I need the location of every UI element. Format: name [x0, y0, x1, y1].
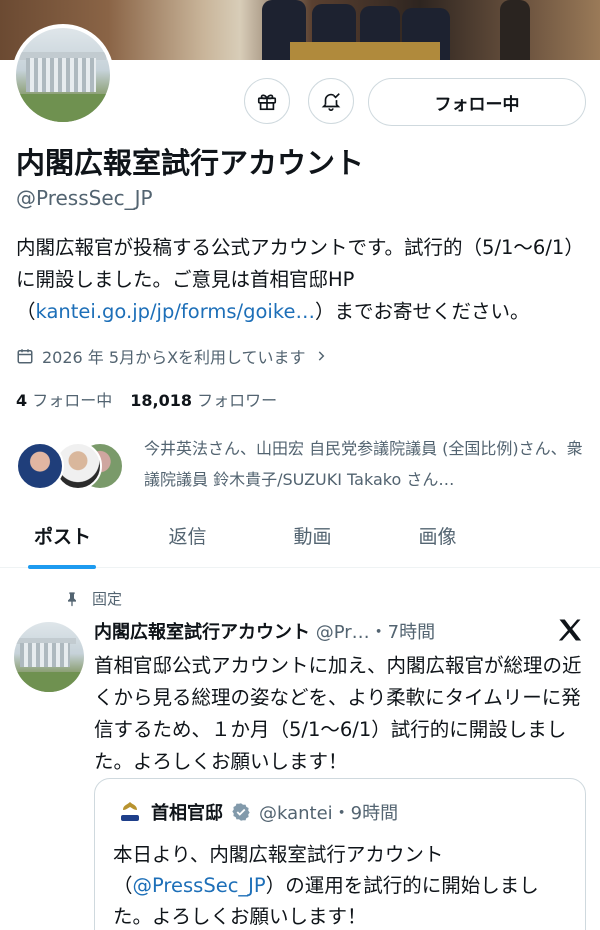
quoted-text: 本日より、内閣広報室試行アカウント（@PressSec_JP）の運用を試行的に開… — [113, 843, 539, 928]
profile-tabs: ポスト 返信 動画 画像 — [0, 506, 600, 569]
quoted-mention[interactable]: @PressSec_JP — [133, 874, 266, 897]
quoted-handle-time[interactable]: @kantei・9時間 — [259, 799, 398, 825]
post-author[interactable]: 内閣広報室試行アカウント — [94, 622, 310, 643]
quoted-author[interactable]: 首相官邸 — [151, 799, 223, 825]
following-button[interactable]: フォロー中 — [368, 78, 586, 126]
followed-by-text[interactable]: 今井英法さん、山田宏 自民党参議院議員 (全国比例)さん、衆議院議員 鈴木貴子/… — [144, 433, 590, 495]
post-header: 内閣広報室試行アカウント @Pr…・7時間 — [94, 618, 435, 644]
profile-name: 内閣広報室試行アカウント — [16, 146, 365, 180]
tab-images[interactable]: 画像 — [375, 506, 500, 567]
tab-replies[interactable]: 返信 — [125, 506, 250, 567]
post-handle-time[interactable]: @Pr…・7時間 — [316, 622, 435, 643]
bio-link[interactable]: kantei.go.jp/jp/forms/goike… — [36, 300, 315, 323]
notify-button[interactable] — [308, 78, 354, 124]
followed-by-avatars[interactable] — [16, 442, 131, 490]
joined-text: 2026 年 5月からXを利用しています — [42, 348, 306, 367]
quoted-post-header: 首相官邸 @kantei・9時間 — [117, 799, 398, 825]
chevron-right-icon — [318, 351, 324, 361]
pinned-label: 固定 — [92, 590, 123, 608]
x-logo-icon[interactable] — [556, 616, 584, 644]
quoted-post[interactable]: 首相官邸 @kantei・9時間 本日より、内閣広報室試行アカウント（@Pres… — [94, 778, 586, 930]
post-avatar[interactable] — [14, 622, 84, 692]
tab-posts[interactable]: ポスト — [0, 506, 125, 569]
kantei-logo-icon — [118, 800, 142, 824]
profile-bio: 内閣広報官が投稿する公式アカウントです。試行的（5/1〜6/1）に開設しました。… — [16, 232, 590, 328]
profile-handle: @PressSec_JP — [16, 186, 153, 210]
bio-text-end: ）までお寄せください。 — [314, 300, 530, 323]
followers-stat[interactable]: 18,018 フォロワー — [130, 387, 277, 411]
follow-stats: 4 フォロー中 18,018 フォロワー — [16, 387, 277, 411]
gift-icon — [257, 94, 277, 111]
calendar-icon — [17, 349, 33, 364]
pin-icon — [68, 591, 76, 606]
profile-avatar[interactable] — [12, 24, 114, 126]
verified-badge-icon — [232, 803, 250, 821]
following-stat[interactable]: 4 フォロー中 — [16, 387, 112, 411]
bell-check-icon — [321, 93, 341, 111]
joined-date[interactable]: 2026 年 5月からXを利用しています — [16, 344, 328, 368]
post-text: 首相官邸公式アカウントに加え、内閣広報官が総理の近くから見る総理の姿などを、より… — [94, 654, 582, 773]
gift-button[interactable] — [244, 78, 290, 124]
tab-videos[interactable]: 動画 — [250, 506, 375, 567]
pinned-indicator: 固定 — [64, 588, 122, 609]
